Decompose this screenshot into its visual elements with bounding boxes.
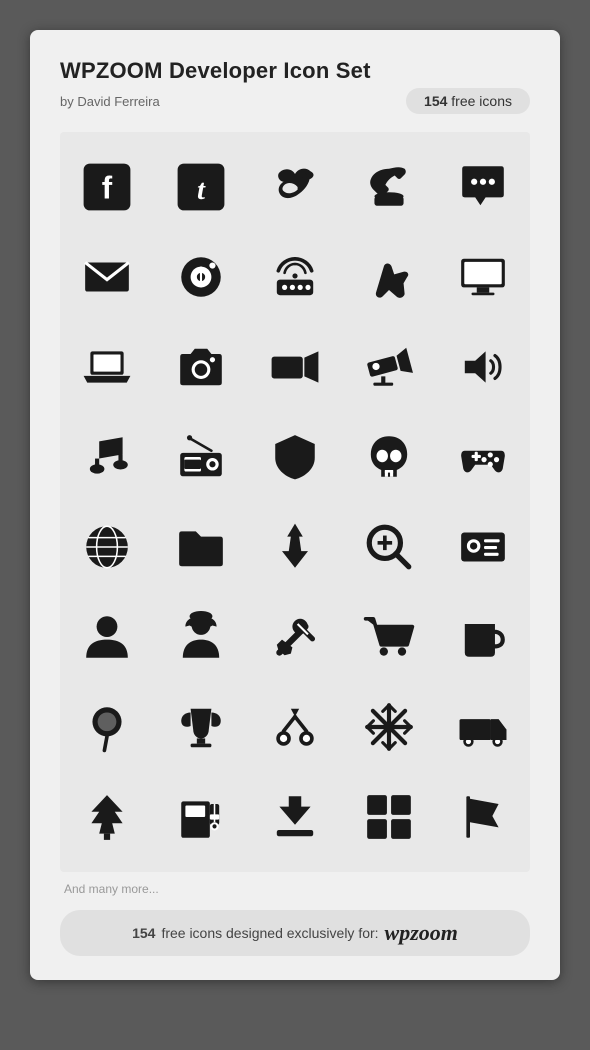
lollipop-icon bbox=[60, 682, 154, 772]
footer-label: free icons designed exclusively for: bbox=[161, 925, 378, 941]
truck-icon bbox=[436, 682, 530, 772]
camera-icon bbox=[154, 322, 248, 412]
chat-icon bbox=[436, 142, 530, 232]
svg-text:f: f bbox=[102, 170, 113, 205]
router-icon bbox=[248, 232, 342, 322]
gas-station-icon bbox=[154, 772, 248, 862]
video-camera-icon bbox=[248, 322, 342, 412]
card-title: WPZOOM Developer Icon Set bbox=[60, 58, 530, 84]
icons-grid: f t bbox=[60, 132, 530, 872]
id-card-icon bbox=[436, 502, 530, 592]
trophy-icon bbox=[154, 682, 248, 772]
zoom-in-icon bbox=[342, 502, 436, 592]
laptop-icon bbox=[60, 322, 154, 412]
user-icon bbox=[60, 592, 154, 682]
pin-icon bbox=[248, 502, 342, 592]
tools-icon bbox=[248, 592, 342, 682]
footer-brand: wpzoom bbox=[385, 920, 458, 946]
twitter-icon: t bbox=[154, 142, 248, 232]
download-icon bbox=[248, 772, 342, 862]
bird-icon bbox=[248, 142, 342, 232]
cart-icon bbox=[342, 592, 436, 682]
volume-icon bbox=[436, 322, 530, 412]
main-card: WPZOOM Developer Icon Set by David Ferre… bbox=[30, 30, 560, 980]
snowflake-icon bbox=[342, 682, 436, 772]
email-icon bbox=[60, 232, 154, 322]
subtitle-row: by David Ferreira 154 free icons bbox=[60, 88, 530, 114]
phone-icon bbox=[342, 142, 436, 232]
tree-icon bbox=[60, 772, 154, 862]
more-text: And many more... bbox=[60, 882, 530, 896]
card-author: by David Ferreira bbox=[60, 94, 160, 109]
scissors-icon bbox=[248, 682, 342, 772]
mug-icon bbox=[436, 592, 530, 682]
folder-icon bbox=[154, 502, 248, 592]
shield-icon bbox=[248, 412, 342, 502]
footer-bar: 154 free icons designed exclusively for:… bbox=[60, 910, 530, 956]
hdd-icon bbox=[154, 232, 248, 322]
globe-icon bbox=[60, 502, 154, 592]
card-header: WPZOOM Developer Icon Set by David Ferre… bbox=[60, 58, 530, 114]
security-camera-icon bbox=[342, 322, 436, 412]
icon-count-badge: 154 free icons bbox=[406, 88, 530, 114]
radio-icon bbox=[154, 412, 248, 502]
pointer-icon bbox=[342, 232, 436, 322]
footer-count: 154 bbox=[132, 925, 155, 941]
gamepad-icon bbox=[436, 412, 530, 502]
spy-icon bbox=[154, 592, 248, 682]
skull-icon bbox=[342, 412, 436, 502]
flag-icon bbox=[436, 772, 530, 862]
facebook-icon: f bbox=[60, 142, 154, 232]
monitor-icon bbox=[436, 232, 530, 322]
svg-text:t: t bbox=[197, 175, 206, 206]
music-icon bbox=[60, 412, 154, 502]
apps-icon bbox=[342, 772, 436, 862]
